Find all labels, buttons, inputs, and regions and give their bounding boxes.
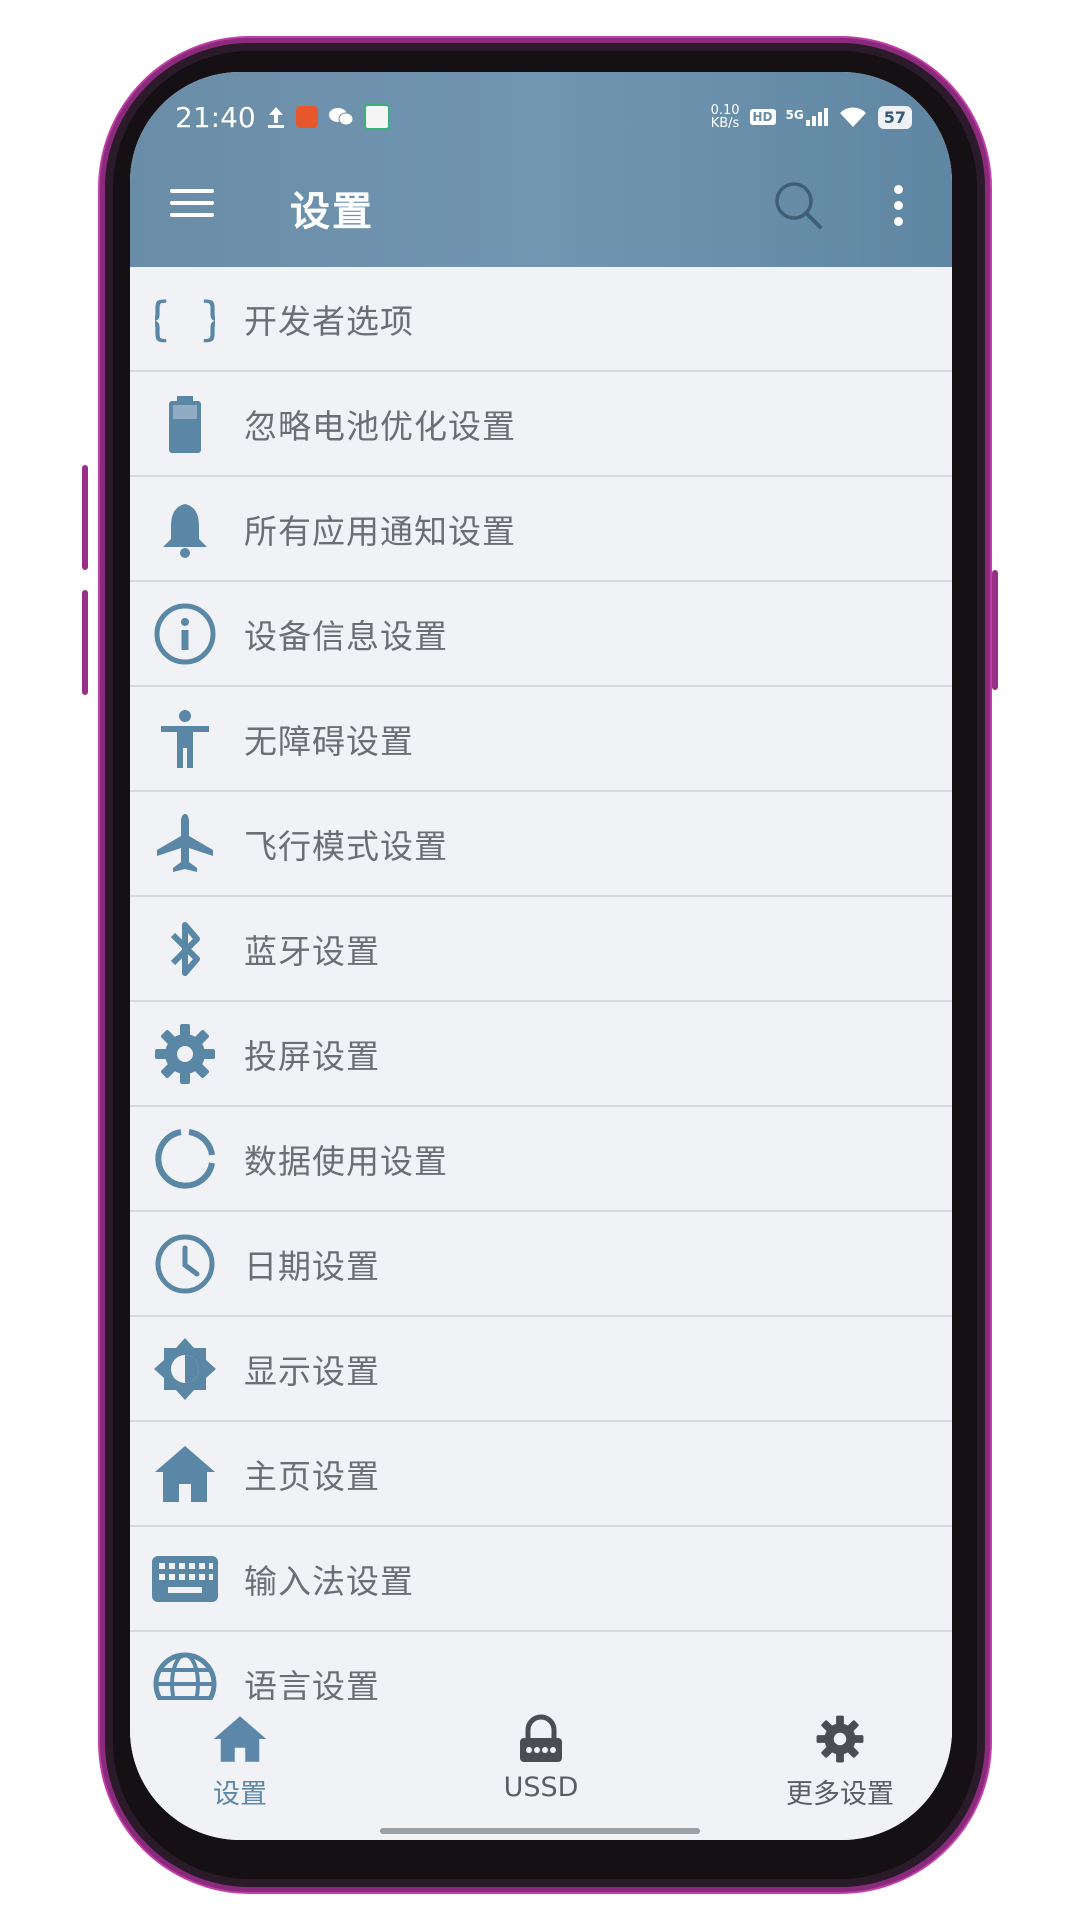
settings-item-label: 飞行模式设置 <box>244 826 448 866</box>
signal-icon <box>805 108 828 126</box>
settings-item-device-info[interactable]: 设备信息设置 <box>130 582 952 687</box>
status-time: 21:40 <box>175 100 256 134</box>
settings-item-label: 输入法设置 <box>244 1561 414 1601</box>
page-title: 设置 <box>290 189 374 235</box>
bell-icon <box>163 503 207 558</box>
more-options-icon[interactable] <box>893 185 905 229</box>
search-icon[interactable] <box>770 177 826 233</box>
battery-indicator: 57 <box>877 105 912 129</box>
nav-item-settings[interactable]: 设置 <box>140 1714 340 1811</box>
accessibility-icon <box>161 709 209 768</box>
nav-item-more-settings[interactable]: 更多设置 <box>740 1714 940 1811</box>
gear-icon <box>155 1023 215 1084</box>
app-bar: 设置 <box>130 157 952 267</box>
settings-item-battery-optimization[interactable]: 忽略电池优化设置 <box>130 372 952 477</box>
wifi-icon <box>839 107 866 127</box>
nav-label: 设置 <box>213 1779 267 1810</box>
settings-item-label: 显示设置 <box>244 1351 380 1391</box>
side-button-right <box>992 570 998 690</box>
network-label: 5G <box>785 108 804 122</box>
settings-item-input-method[interactable]: 输入法设置 <box>130 1527 952 1632</box>
battery-icon <box>169 395 201 453</box>
upload-icon <box>267 107 284 128</box>
net-speed-unit: KB/s <box>710 116 740 131</box>
bluetooth-icon <box>170 921 200 976</box>
menu-icon[interactable] <box>170 189 214 225</box>
app-store-icon <box>363 104 390 130</box>
settings-item-label: 日期设置 <box>244 1246 380 1286</box>
settings-item-display[interactable]: 显示设置 <box>130 1317 952 1422</box>
data-usage-icon <box>155 1128 215 1189</box>
bottom-navigation: 设置 USSD 更多设置 <box>130 1700 952 1840</box>
settings-item-data-usage[interactable]: 数据使用设置 <box>130 1107 952 1212</box>
nav-item-ussd[interactable]: USSD <box>441 1714 641 1803</box>
settings-item-label: 数据使用设置 <box>244 1141 448 1181</box>
settings-item-airplane-mode[interactable]: 飞行模式设置 <box>130 792 952 897</box>
settings-item-label: 投屏设置 <box>244 1036 380 1076</box>
side-button-left-2 <box>82 590 88 695</box>
settings-item-label: 忽略电池优化设置 <box>244 406 516 446</box>
settings-item-label: 蓝牙设置 <box>244 931 380 971</box>
screen: 21:40 0.10 KB/s HD 5G 57 设置 开发者选项 忽略电池优化… <box>130 72 952 1840</box>
gear-icon <box>816 1715 864 1763</box>
airplane-icon <box>157 813 213 872</box>
network-5g: 5G <box>786 108 828 126</box>
wechat-icon <box>328 108 354 126</box>
status-left: 21:40 <box>175 101 390 134</box>
home-indicator[interactable] <box>380 1828 700 1834</box>
settings-item-accessibility[interactable]: 无障碍设置 <box>130 687 952 792</box>
settings-item-developer-options[interactable]: { } 开发者选项 <box>130 267 952 372</box>
settings-item-label: 开发者选项 <box>244 301 414 341</box>
status-right: 0.10 KB/s HD 5G 57 <box>711 104 912 130</box>
nav-label: USSD <box>503 1772 579 1803</box>
svg-text:{ }: { } <box>155 292 215 346</box>
top-bar: 21:40 0.10 KB/s HD 5G 57 设置 <box>130 72 952 267</box>
settings-item-date[interactable]: 日期设置 <box>130 1212 952 1317</box>
clock-icon <box>155 1234 215 1293</box>
settings-item-home[interactable]: 主页设置 <box>130 1422 952 1527</box>
info-icon <box>154 603 216 664</box>
settings-item-label: 所有应用通知设置 <box>244 511 516 551</box>
net-speed: 0.10 KB/s <box>711 104 740 130</box>
home-icon <box>155 1445 215 1502</box>
status-bar: 21:40 0.10 KB/s HD 5G 57 <box>175 92 912 142</box>
lock-icon <box>520 1714 562 1762</box>
settings-item-label: 无障碍设置 <box>244 721 414 761</box>
app-notification-icon <box>295 106 318 128</box>
side-button-left-1 <box>82 465 88 570</box>
settings-item-label: 设备信息设置 <box>244 616 448 656</box>
settings-item-bluetooth[interactable]: 蓝牙设置 <box>130 897 952 1002</box>
keyboard-icon <box>152 1555 218 1602</box>
settings-item-notifications[interactable]: 所有应用通知设置 <box>130 477 952 582</box>
brightness-icon <box>154 1337 216 1400</box>
settings-list: { } 开发者选项 忽略电池优化设置 所有应用通知设置 设备信息设置 无障碍设置… <box>130 267 952 1737</box>
settings-item-label: 主页设置 <box>244 1456 380 1496</box>
code-braces-icon: { } <box>155 292 215 346</box>
nav-label: 更多设置 <box>786 1779 894 1810</box>
settings-item-screen-cast[interactable]: 投屏设置 <box>130 1002 952 1107</box>
hd-badge: HD <box>749 109 776 125</box>
home-icon <box>213 1716 267 1762</box>
